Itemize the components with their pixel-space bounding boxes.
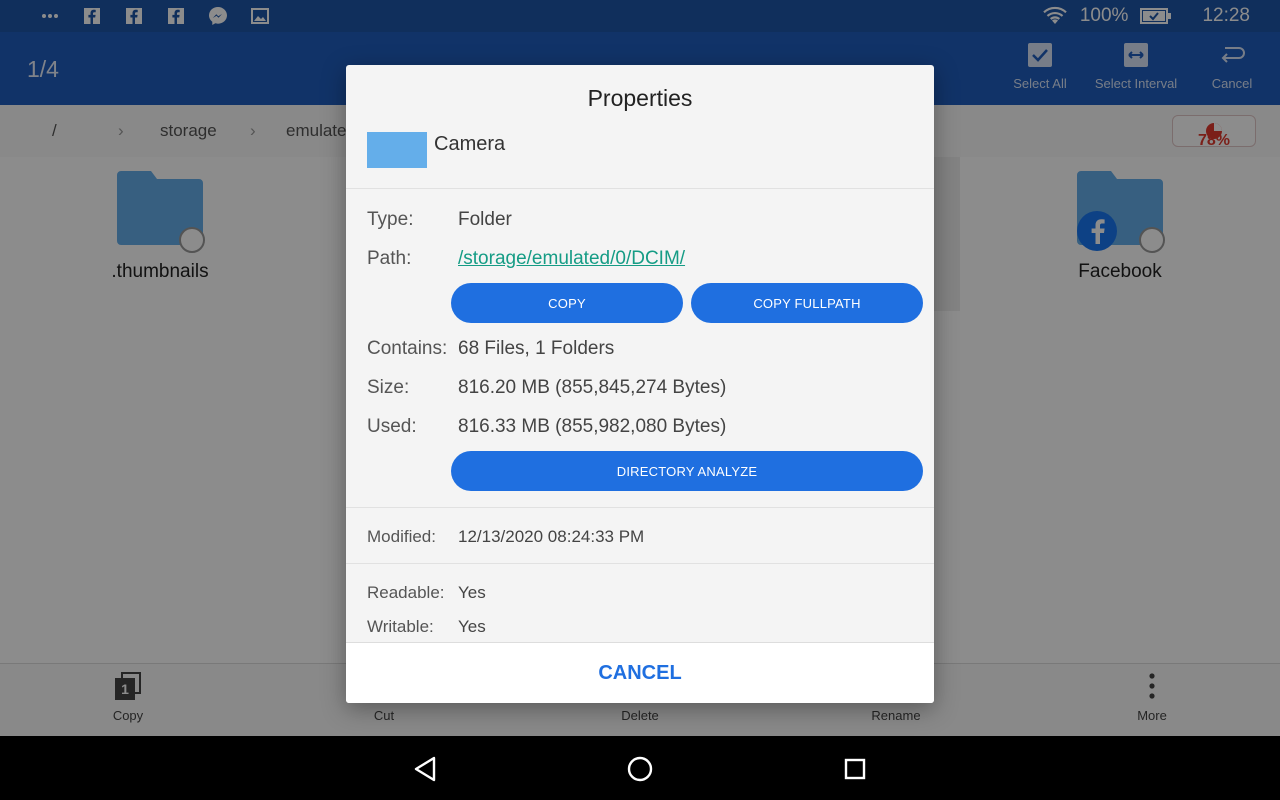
dialog-footer: CANCEL [346, 642, 934, 703]
type-value: Folder [458, 209, 512, 230]
path-label: Path: [367, 248, 412, 269]
directory-analyze-button[interactable]: DIRECTORY ANALYZE [451, 451, 923, 491]
used-value: 816.33 MB (855,982,080 Bytes) [458, 416, 727, 437]
used-label: Used: [367, 416, 417, 437]
dialog-title: Properties [587, 85, 693, 111]
copy-fullpath-button[interactable]: COPY FULLPATH [691, 283, 923, 323]
recents-icon[interactable] [840, 754, 870, 784]
cancel-button[interactable]: CANCEL [346, 643, 934, 703]
modified-value: 12/13/2020 08:24:33 PM [458, 527, 645, 546]
folder-icon [367, 132, 427, 168]
home-icon[interactable] [625, 754, 655, 784]
readable-label: Readable: [367, 583, 445, 602]
properties-dialog: Properties Camera Type: Folder Path: /st… [346, 65, 934, 703]
modified-label: Modified: [367, 527, 436, 546]
navigation-bar [0, 736, 1280, 800]
contains-label: Contains: [367, 338, 448, 359]
path-link[interactable]: /storage/emulated/0/DCIM/ [458, 248, 685, 270]
copy-path-button[interactable]: COPY [451, 283, 683, 323]
size-value: 816.20 MB (855,845,274 Bytes) [458, 377, 727, 398]
writable-label: Writable: [367, 617, 434, 636]
readable-value: Yes [458, 583, 486, 602]
size-label: Size: [367, 377, 410, 398]
folder-name: Camera [434, 133, 506, 155]
type-label: Type: [367, 209, 414, 230]
back-icon[interactable] [410, 754, 440, 784]
contains-value: 68 Files, 1 Folders [458, 338, 615, 359]
divider [346, 188, 934, 189]
writable-value: Yes [458, 617, 486, 636]
divider [346, 563, 934, 564]
divider [346, 507, 934, 508]
